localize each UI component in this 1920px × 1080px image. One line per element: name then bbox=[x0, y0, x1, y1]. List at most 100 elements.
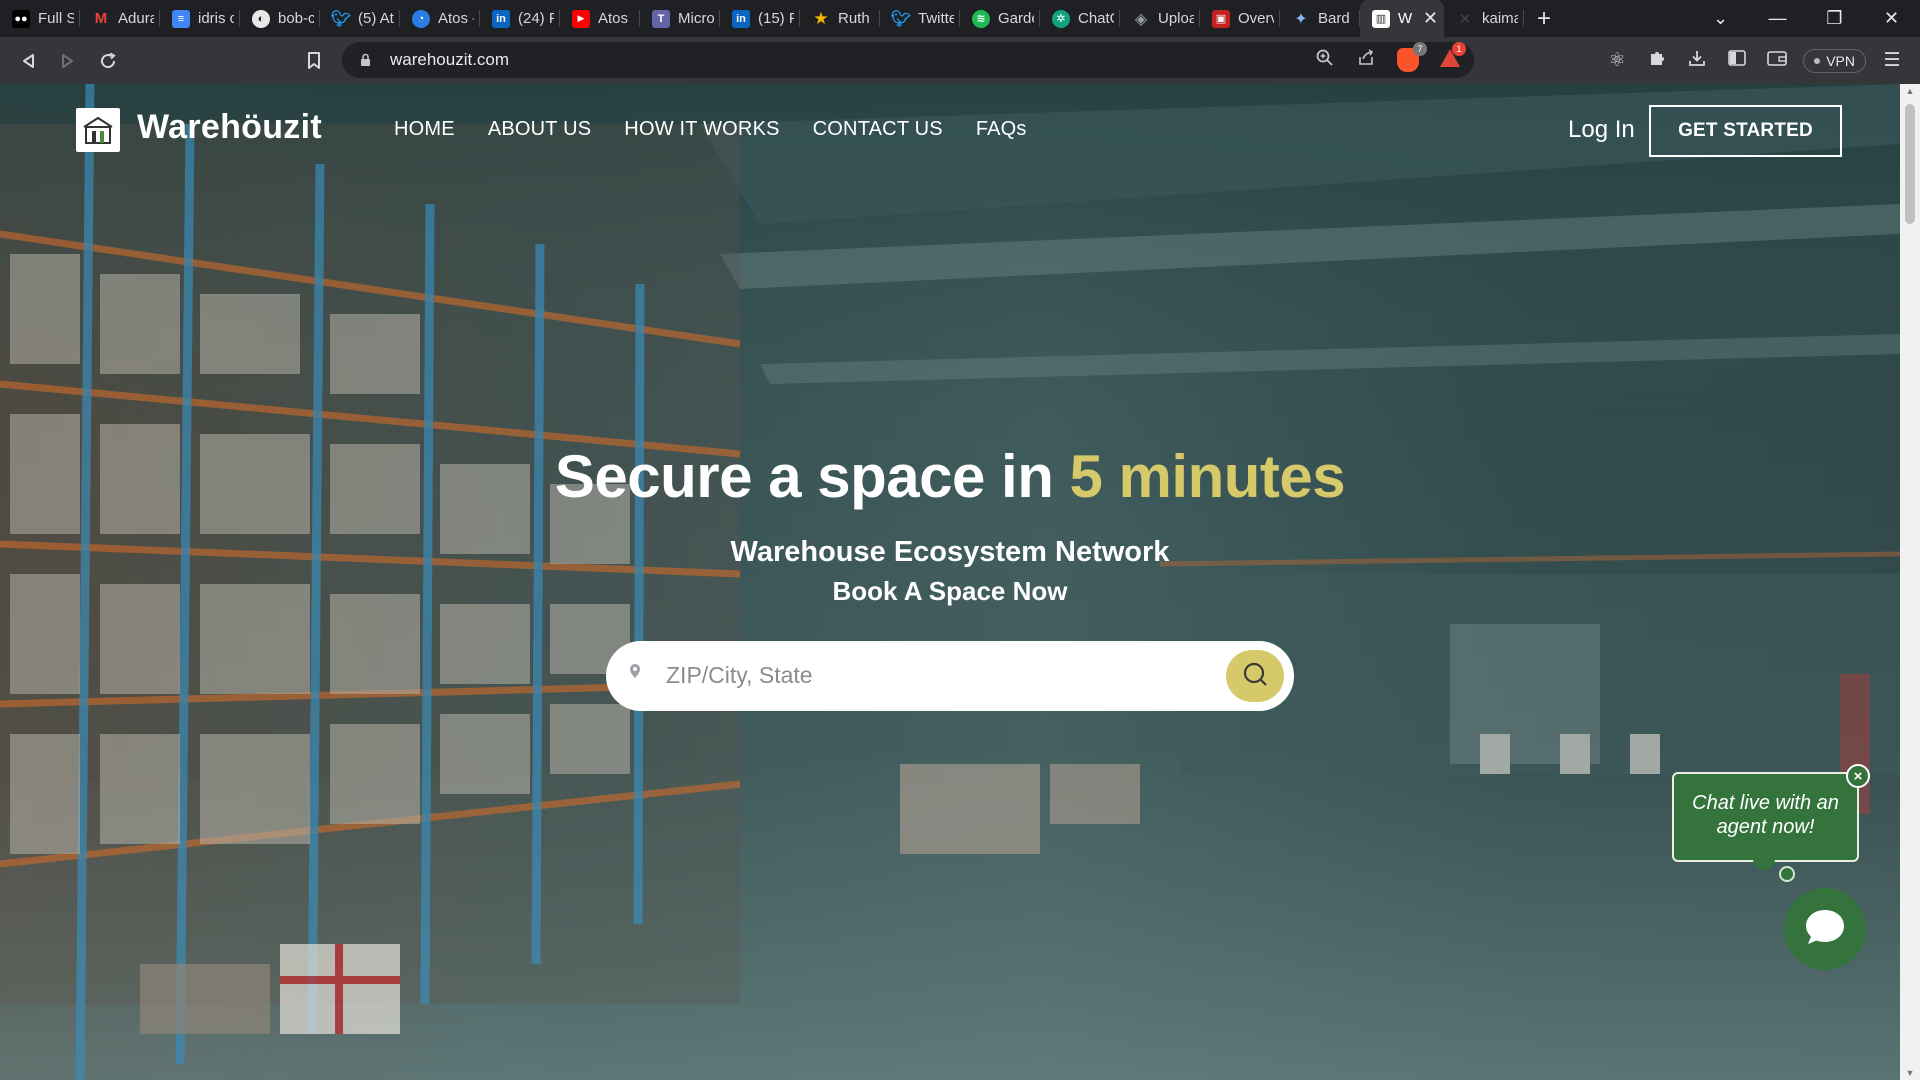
scroll-up-icon[interactable]: ▲ bbox=[1900, 86, 1920, 96]
location-search-input[interactable] bbox=[666, 655, 1186, 695]
browser-toolbar: warehouzit.com 7 1 ⚛ VPN ☰ bbox=[0, 37, 1920, 84]
medium-icon: ●● bbox=[12, 9, 30, 28]
zoom-icon[interactable] bbox=[1310, 49, 1338, 71]
brave-shields-icon[interactable]: 7 bbox=[1394, 42, 1427, 72]
brave-rewards-icon[interactable]: 1 bbox=[1436, 41, 1466, 73]
hero-subtitle-cta: Book A Space Now bbox=[832, 576, 1068, 606]
chat-bubble-close-button[interactable]: × bbox=[1846, 764, 1870, 788]
reload-icon[interactable] bbox=[88, 41, 128, 81]
browser-tab[interactable]: ▶ Atos bbox=[560, 0, 640, 37]
forward-icon[interactable] bbox=[48, 41, 88, 81]
browser-tab[interactable]: ≡ idris c bbox=[160, 0, 240, 37]
spotify-icon: ≋ bbox=[972, 9, 990, 28]
browser-tab[interactable]: M Adura bbox=[80, 0, 160, 37]
chatgpt-icon: ✲ bbox=[1052, 9, 1070, 28]
twitter-icon: 🐦︎ bbox=[330, 10, 352, 28]
chat-launcher-button[interactable] bbox=[1784, 888, 1866, 970]
browser-tab[interactable]: ◈ Uploa bbox=[1120, 0, 1200, 37]
nav-home[interactable]: HOME bbox=[394, 118, 455, 141]
star-icon: ★ bbox=[813, 8, 829, 28]
chat-icon bbox=[1803, 907, 1847, 952]
page-scrollbar[interactable]: ▲ ▼ bbox=[1900, 84, 1920, 1080]
twitter-icon: 🐦︎ bbox=[890, 10, 912, 28]
restore-icon[interactable]: ❐ bbox=[1806, 8, 1863, 29]
browser-tab[interactable]: ✕ kaima bbox=[1444, 0, 1524, 37]
hero-title: Secure a space in 5 minutes bbox=[0, 442, 1900, 511]
url-text[interactable]: warehouzit.com bbox=[390, 50, 509, 70]
browser-tab[interactable]: ★ Ruth bbox=[800, 0, 880, 37]
stack-icon: ◈ bbox=[1134, 10, 1148, 28]
site-logo-text[interactable]: Warehöuzit bbox=[137, 108, 322, 147]
search-icon bbox=[1242, 661, 1268, 692]
browser-tab[interactable]: in (15) P bbox=[720, 0, 800, 37]
gmail-icon: M bbox=[94, 10, 108, 27]
bookmark-icon[interactable] bbox=[294, 41, 334, 81]
location-search-bar bbox=[606, 641, 1294, 711]
warehouzit-logo-icon[interactable] bbox=[76, 108, 120, 152]
atos-icon: ◔ bbox=[412, 9, 430, 28]
browser-tab[interactable]: 🐦︎ (5) At bbox=[320, 0, 400, 37]
rewards-count-badge: 1 bbox=[1452, 41, 1466, 56]
nav-how-it-works[interactable]: HOW IT WORKS bbox=[624, 118, 779, 141]
github-icon: ◐ bbox=[252, 9, 270, 28]
main-nav: HOME ABOUT US HOW IT WORKS CONTACT US FA… bbox=[394, 118, 1027, 141]
bard-icon: ✦ bbox=[1294, 10, 1308, 28]
hero-title-main: Secure a space in bbox=[554, 443, 1070, 510]
warehouzit-icon: ▥ bbox=[1372, 9, 1390, 28]
browser-tab[interactable]: ▣Overv bbox=[1200, 0, 1280, 37]
vpn-status-dot bbox=[1814, 57, 1821, 64]
linkedin-icon: in bbox=[732, 9, 750, 28]
browser-tab[interactable]: ✲ChatG bbox=[1040, 0, 1120, 37]
nav-about-us[interactable]: ABOUT US bbox=[488, 118, 591, 141]
get-started-button[interactable]: GET STARTED bbox=[1649, 105, 1842, 157]
sidebar-icon[interactable] bbox=[1723, 49, 1751, 72]
chat-prompt-bubble[interactable]: Chat live with an agent now! bbox=[1672, 772, 1859, 862]
scroll-down-icon[interactable]: ▼ bbox=[1900, 1068, 1920, 1078]
shields-count-badge: 7 bbox=[1413, 42, 1427, 56]
react-devtools-icon[interactable]: ⚛ bbox=[1603, 49, 1631, 72]
new-tab-button[interactable]: + bbox=[1524, 5, 1564, 33]
menu-icon[interactable]: ☰ bbox=[1878, 49, 1906, 72]
nav-contact-us[interactable]: CONTACT US bbox=[813, 118, 943, 141]
browser-tab-active[interactable]: ▥ W ✕ bbox=[1360, 0, 1444, 37]
search-button[interactable] bbox=[1226, 650, 1284, 702]
close-tab-icon[interactable]: ✕ bbox=[1423, 8, 1438, 29]
browser-tab[interactable]: 🐦︎ Twitte bbox=[880, 0, 960, 37]
location-pin-icon bbox=[629, 663, 641, 684]
browser-tab[interactable]: in (24) F bbox=[480, 0, 560, 37]
browser-tab[interactable]: ◐ bob-c bbox=[240, 0, 320, 37]
wallet-icon[interactable] bbox=[1763, 50, 1791, 72]
chat-bubble-dot bbox=[1779, 866, 1795, 882]
share-icon[interactable] bbox=[1352, 49, 1380, 71]
login-link[interactable]: Log In bbox=[1568, 116, 1635, 144]
browser-tab-strip: ●●Full St MAdura ≡idris c ◐bob-c 🐦︎(5) A… bbox=[0, 0, 1920, 37]
vpn-button[interactable]: VPN bbox=[1803, 48, 1866, 73]
document-icon: ▣ bbox=[1212, 9, 1230, 28]
download-icon[interactable] bbox=[1683, 49, 1711, 73]
webpage: Warehöuzit HOME ABOUT US HOW IT WORKS CO… bbox=[0, 84, 1900, 1080]
docs-icon: ≡ bbox=[172, 9, 190, 28]
browser-tab[interactable]: T Micro bbox=[640, 0, 720, 37]
nav-faqs[interactable]: FAQs bbox=[976, 118, 1027, 141]
hero-title-highlight: 5 minutes bbox=[1069, 443, 1346, 510]
browser-tab[interactable]: ≋Garde bbox=[960, 0, 1040, 37]
hero-subtitle: Warehouse Ecosystem Network bbox=[730, 536, 1170, 568]
site-header: Warehöuzit HOME ABOUT US HOW IT WORKS CO… bbox=[0, 84, 1900, 184]
youtube-icon: ▶ bbox=[572, 9, 590, 28]
browser-tab[interactable]: ●●Full St bbox=[0, 0, 80, 37]
scrollbar-thumb[interactable] bbox=[1905, 104, 1915, 224]
kaima-icon: ✕ bbox=[1458, 10, 1472, 28]
linkedin-icon: in bbox=[492, 9, 510, 28]
minimize-icon[interactable]: — bbox=[1749, 8, 1806, 29]
browser-tab[interactable]: ◔ Atos - bbox=[400, 0, 480, 37]
window-controls: ⌄ — ❐ ✕ bbox=[1692, 0, 1920, 37]
lock-icon[interactable] bbox=[358, 52, 372, 68]
tab-search-icon[interactable]: ⌄ bbox=[1692, 8, 1749, 29]
close-window-icon[interactable]: ✕ bbox=[1863, 8, 1920, 29]
address-bar[interactable]: warehouzit.com 7 1 bbox=[342, 41, 1474, 78]
back-icon[interactable] bbox=[8, 41, 48, 81]
browser-tab[interactable]: ✦ Bard bbox=[1280, 0, 1360, 37]
toolbar-actions: ⚛ VPN ☰ bbox=[1603, 37, 1906, 84]
teams-icon: T bbox=[652, 9, 670, 28]
extensions-icon[interactable] bbox=[1643, 49, 1671, 73]
